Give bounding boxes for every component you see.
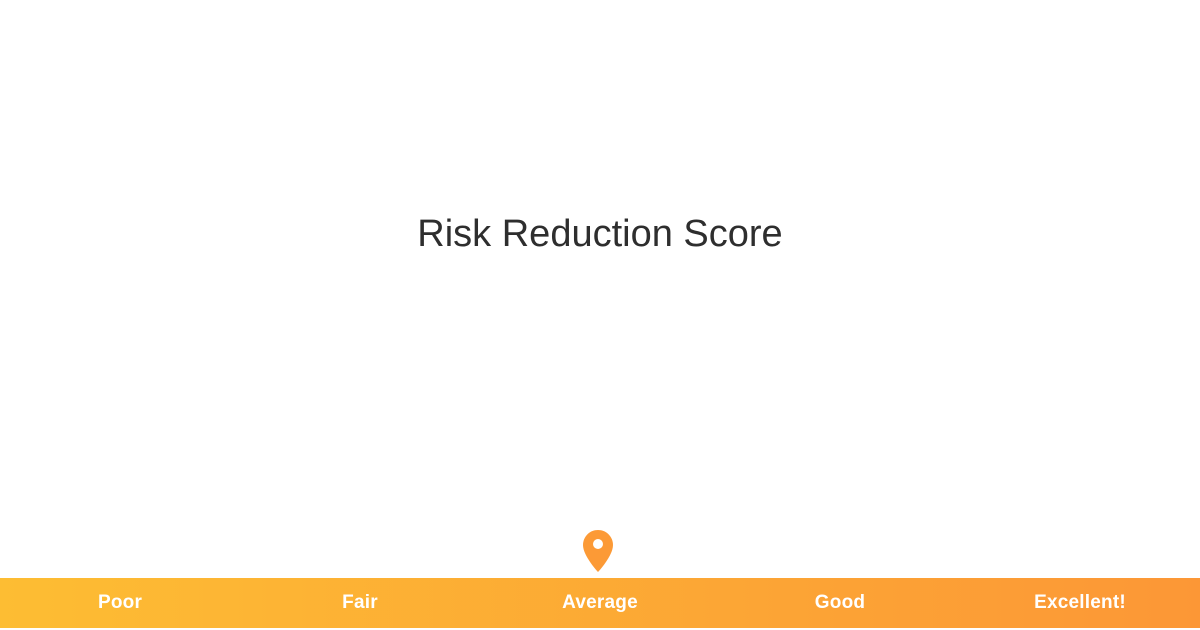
page-title: Risk Reduction Score — [417, 213, 783, 255]
scale-level-average: Average — [562, 592, 638, 613]
scale-level-fair: Fair — [342, 592, 378, 613]
scale-level-poor: Poor — [97, 592, 143, 613]
map-pin-icon-graphic — [583, 530, 613, 572]
score-card: Risk Reduction Score Poor Fair Average G… — [0, 0, 1200, 630]
scale-level-good: Good — [814, 592, 866, 613]
scale-level-excellent: Excellent! — [1034, 592, 1126, 613]
map-pin-icon — [582, 529, 614, 573]
score-scale-bar: Poor Fair Average Good Excellent! — [0, 578, 1200, 628]
